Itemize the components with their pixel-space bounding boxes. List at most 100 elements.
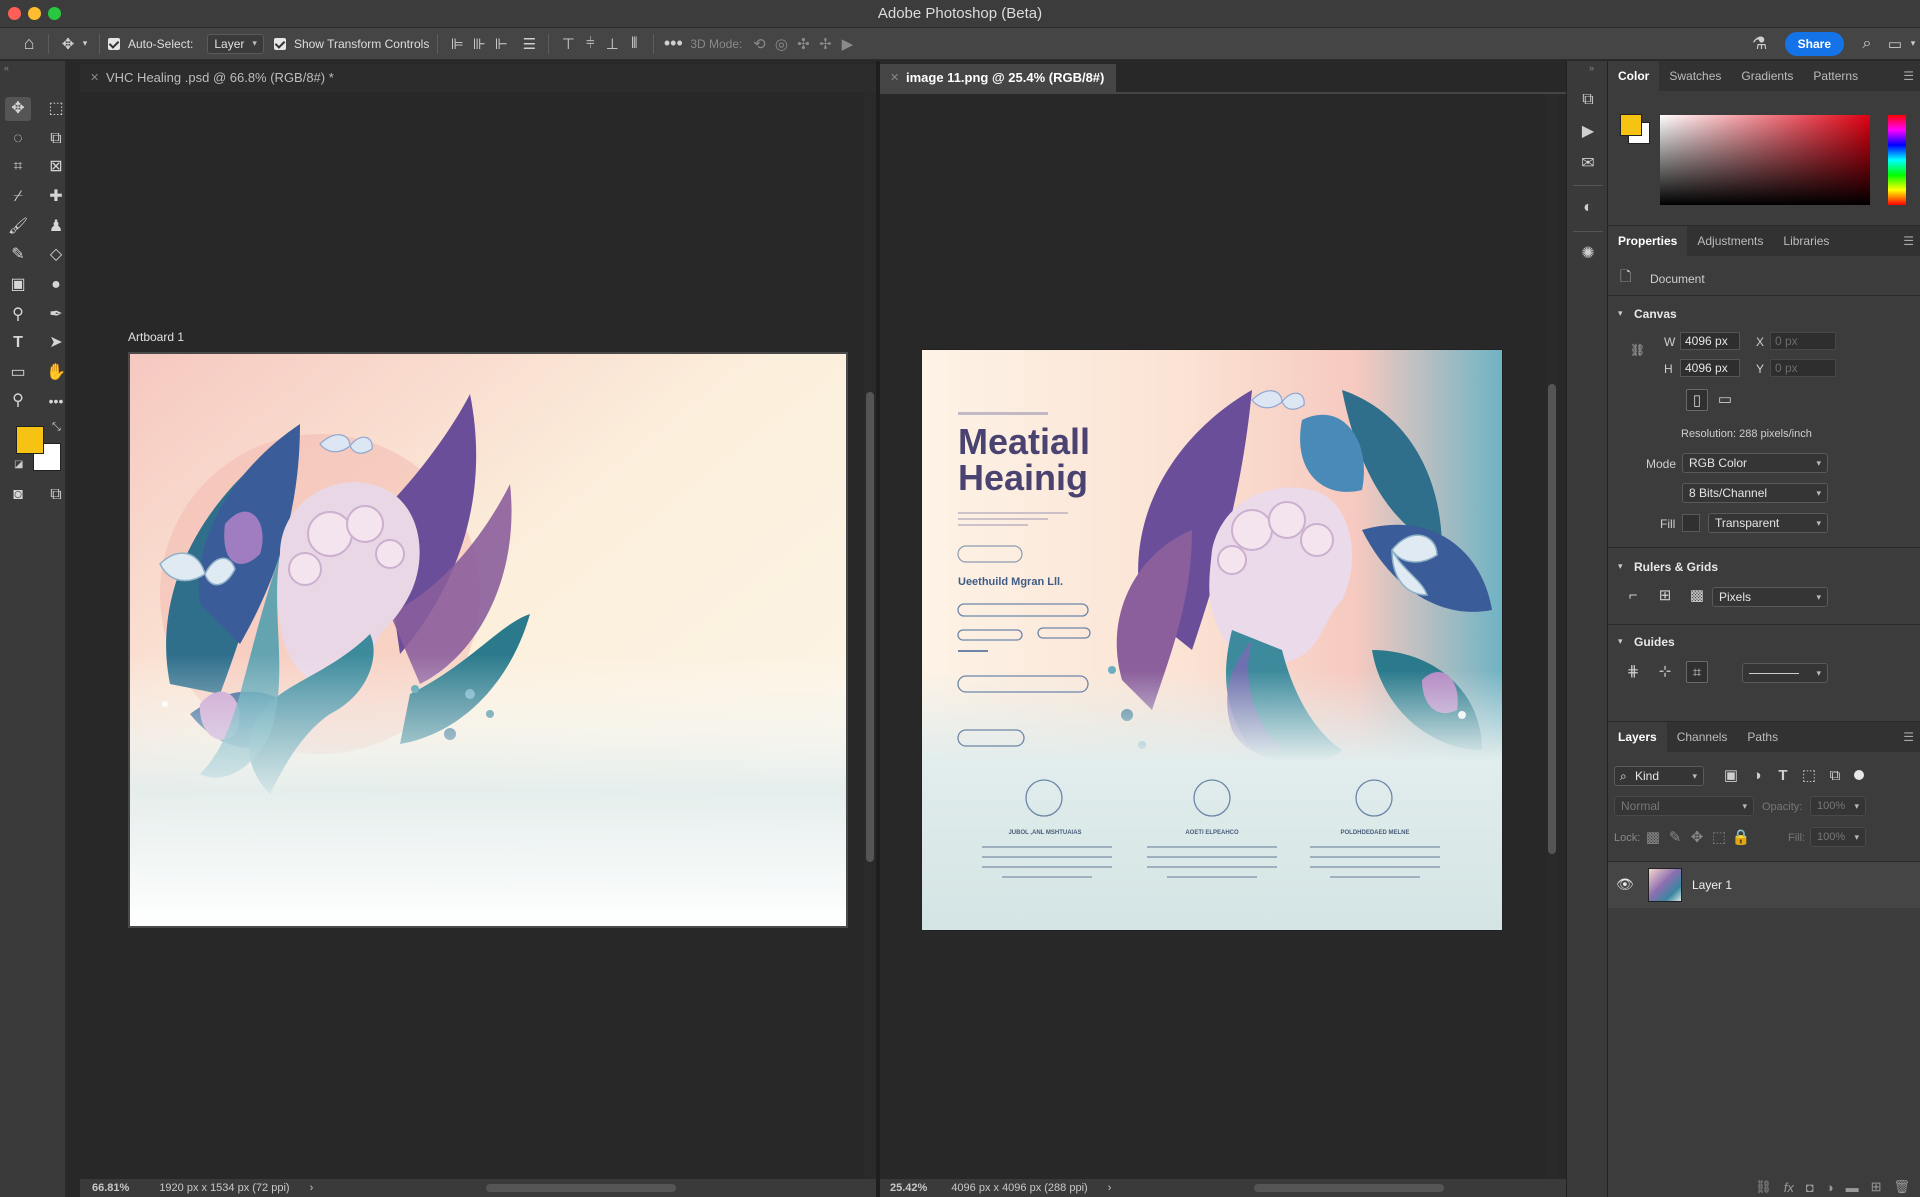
hue-slider[interactable]	[1888, 115, 1906, 205]
align-bottom-icon[interactable]: ⊥	[601, 35, 623, 53]
close-window-button[interactable]	[8, 7, 21, 20]
tab-patterns[interactable]: Patterns	[1803, 61, 1868, 91]
zoom-level[interactable]: 25.42%	[890, 1182, 927, 1194]
scroll-thumb[interactable]	[1548, 384, 1556, 854]
tab-adjustments[interactable]: Adjustments	[1687, 226, 1773, 256]
fill-swatch[interactable]	[1682, 514, 1700, 532]
collapse-icon[interactable]: »	[1589, 63, 1594, 73]
blend-mode-dropdown[interactable]: Normal ▾	[1614, 796, 1754, 816]
collapse-icon[interactable]: «	[4, 63, 9, 73]
more-options-icon[interactable]: •••	[662, 33, 684, 54]
type-layer-filter-icon[interactable]: T	[1772, 765, 1794, 787]
lock-all-icon[interactable]: 🔒	[1730, 827, 1752, 849]
fx-icon[interactable]: fx	[1784, 1180, 1794, 1195]
zoom-tool-icon[interactable]: ⚲	[5, 389, 31, 413]
brush-tool-icon[interactable]: 🖌	[5, 215, 31, 239]
share-button[interactable]: Share	[1784, 31, 1844, 56]
3d-roll-icon[interactable]: ◎	[770, 35, 792, 53]
zoom-level[interactable]: 66.81%	[92, 1182, 129, 1194]
home-icon[interactable]: ⌂	[18, 33, 40, 54]
color-foreground-swatch[interactable]	[1620, 114, 1642, 136]
shape-layer-filter-icon[interactable]: ⬚	[1798, 765, 1820, 787]
frame-tool-icon[interactable]: ⊠	[43, 155, 69, 179]
new-adjustment-icon[interactable]: ◑	[1826, 1180, 1834, 1195]
guides-section-title[interactable]: Guides	[1634, 635, 1675, 649]
guide-layout-icon[interactable]: ⊹	[1654, 661, 1676, 683]
adjustments-icon[interactable]: ◐	[1578, 199, 1598, 219]
chevron-right-icon[interactable]: ›	[310, 1182, 314, 1194]
lock-position-icon[interactable]: ✥	[1686, 827, 1708, 849]
doc-tab-vhc-healing[interactable]: ✕ VHC Healing .psd @ 66.8% (RGB/8#) *	[80, 64, 880, 92]
type-tool-icon[interactable]: T	[5, 331, 31, 355]
horizontal-scroll-thumb[interactable]	[1254, 1184, 1444, 1192]
filter-toggle-icon[interactable]	[1854, 770, 1864, 780]
panel-menu-icon[interactable]: ☰	[1903, 234, 1914, 248]
gradient-tool-icon[interactable]: ▣	[5, 273, 31, 297]
adjustment-layer-filter-icon[interactable]: ◑	[1746, 765, 1768, 787]
align-horizontal-center-icon[interactable]: ⊪	[468, 35, 490, 53]
color-mode-dropdown[interactable]: RGB Color ▾	[1682, 453, 1828, 473]
lock-transparent-icon[interactable]: ▩	[1642, 827, 1664, 849]
distribute-horizontal-icon[interactable]: ⫴	[623, 35, 645, 52]
canvas-section-title[interactable]: Canvas	[1634, 307, 1677, 321]
rulers-grids-section-title[interactable]: Rulers & Grids	[1634, 560, 1718, 574]
close-tab-icon[interactable]: ✕	[890, 64, 899, 92]
3d-scale-icon[interactable]: ▶	[836, 35, 858, 53]
path-selection-icon[interactable]: ➤	[43, 331, 69, 355]
eraser-icon[interactable]: ◇	[43, 243, 69, 267]
layer-row[interactable]: 👁 Layer 1	[1608, 862, 1920, 908]
align-left-icon[interactable]: ⊫	[446, 35, 468, 53]
canvas-y-field[interactable]: 0 px	[1770, 359, 1836, 377]
align-vertical-center-icon[interactable]: ⫩	[579, 35, 601, 52]
eyedropper-icon[interactable]: ⌿	[5, 185, 31, 209]
landscape-orientation-icon[interactable]: ▭	[1714, 389, 1736, 411]
quick-mask-icon[interactable]: ◙	[5, 483, 31, 507]
swap-colors-icon[interactable]: ⤡	[52, 421, 61, 434]
move-tool-icon[interactable]: ✥	[5, 97, 31, 121]
chevron-right-icon[interactable]: ›	[1108, 1182, 1112, 1194]
tab-paths[interactable]: Paths	[1737, 722, 1788, 752]
chevron-down-icon[interactable]: ▾	[79, 38, 91, 49]
blur-tool-icon[interactable]: ●	[43, 273, 69, 297]
canvas-x-field[interactable]: 0 px	[1770, 332, 1836, 350]
distribute-vertical-icon[interactable]: ☰	[518, 35, 540, 53]
pixel-layer-filter-icon[interactable]: ▣	[1720, 765, 1742, 787]
screen-mode-icon[interactable]: ⧉	[43, 483, 69, 507]
history-icon[interactable]: ⧉	[1578, 91, 1598, 111]
grid-icon[interactable]: ⊞	[1654, 585, 1676, 607]
ruler-units-dropdown[interactable]: Pixels ▾	[1712, 587, 1828, 607]
search-icon[interactable]: ⌕	[1856, 35, 1878, 53]
vertical-scrollbar-1[interactable]	[864, 92, 876, 1179]
layer-filter-kind-dropdown[interactable]: ⌕ Kind ▾	[1614, 766, 1704, 786]
close-tab-icon[interactable]: ✕	[90, 64, 99, 92]
tab-channels[interactable]: Channels	[1667, 722, 1738, 752]
artboard-label[interactable]: Artboard 1	[128, 330, 184, 344]
chevron-down-icon[interactable]: ▾	[1618, 308, 1623, 319]
fill-dropdown[interactable]: Transparent ▾	[1708, 513, 1828, 533]
tab-properties[interactable]: Properties	[1608, 226, 1688, 256]
add-mask-icon[interactable]: ◘	[1806, 1180, 1814, 1195]
clone-stamp-icon[interactable]: ♟	[43, 215, 69, 239]
horizontal-scroll-thumb[interactable]	[486, 1184, 676, 1192]
tab-layers[interactable]: Layers	[1608, 722, 1667, 752]
delete-layer-icon[interactable]: 🗑	[1893, 1179, 1910, 1195]
smart-object-filter-icon[interactable]: ⧉	[1824, 765, 1846, 787]
artboard-1[interactable]	[128, 352, 848, 928]
panel-menu-icon[interactable]: ☰	[1903, 730, 1914, 744]
panel-menu-icon[interactable]: ☰	[1903, 69, 1914, 83]
actions-play-icon[interactable]: ▶	[1578, 121, 1598, 141]
foreground-color-swatch-front[interactable]	[16, 426, 44, 454]
pen-tool-icon[interactable]: ✒	[43, 303, 69, 327]
show-transform-controls-checkbox[interactable]: Show Transform Controls	[273, 37, 429, 51]
beta-flask-icon[interactable]: ⚗	[1749, 34, 1771, 54]
link-dimensions-icon[interactable]: ⛓	[1630, 343, 1645, 357]
dodge-tool-icon[interactable]: ⚲	[5, 303, 31, 327]
chevron-down-icon[interactable]: ▾	[1906, 38, 1920, 49]
layer-fill-field[interactable]: 100% ▾	[1810, 827, 1866, 847]
color-field[interactable]	[1660, 115, 1870, 205]
smart-guides-icon[interactable]: ⌗	[1686, 661, 1708, 683]
align-right-icon[interactable]: ⊩	[490, 35, 512, 53]
tab-color[interactable]: Color	[1608, 61, 1660, 91]
artboard-marquee-icon[interactable]: ⬚	[43, 97, 69, 121]
bit-depth-dropdown[interactable]: 8 Bits/Channel ▾	[1682, 483, 1828, 503]
